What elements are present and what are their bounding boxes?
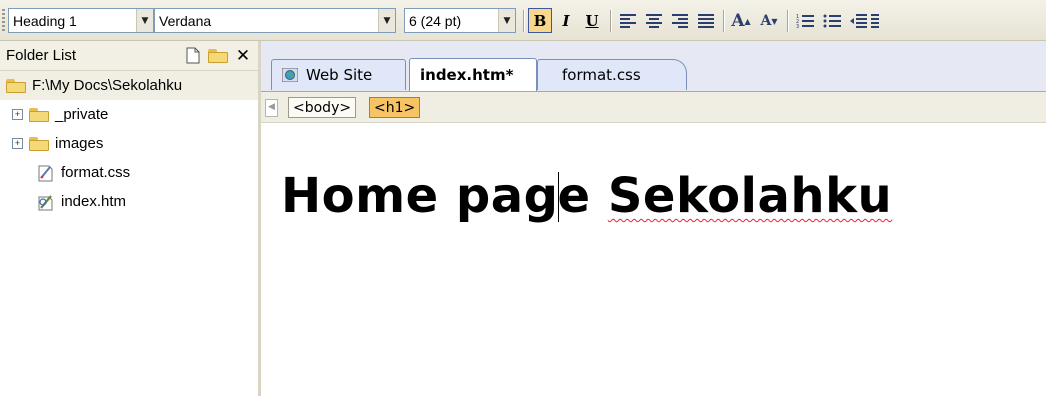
html-file-icon [37,193,55,211]
quick-tag-selector: ◀ <body> <h1> [261,92,1046,123]
expand-icon[interactable]: + [12,109,23,120]
editor-pane: Web Site index.htm* format.css ◀ <body> … [261,41,1046,396]
tab-index-htm[interactable]: index.htm* [409,58,537,91]
increase-font-icon[interactable]: A ▲ [729,8,753,33]
tree-item-label: images [55,135,104,152]
style-select[interactable]: Heading 1 ▼ [8,8,154,33]
italic-button[interactable]: I [554,8,578,33]
document-tabs: Web Site index.htm* format.css [261,41,1046,92]
toolbar-separator [787,10,789,32]
folder-list-panel: Folder List ✕ F:\My Docs\Sekolahku + _pr… [0,41,261,396]
tab-format-css[interactable]: format.css [537,59,687,90]
formatting-toolbar: Heading 1 ▼ Verdana ▼ 6 (24 pt) ▼ B I U … [0,0,1046,41]
decrease-indent-icon[interactable] [846,8,870,33]
toolbar-separator [610,10,612,32]
svg-text:3: 3 [796,24,799,29]
tree-item-label: _private [55,106,109,123]
globe-icon [281,67,299,83]
align-left-icon[interactable] [616,8,640,33]
tab-label: format.css [562,66,641,84]
tree-root-label: F:\My Docs\Sekolahku [32,77,183,94]
breadcrumb-tag-body[interactable]: <body> [288,97,357,118]
chevron-down-icon[interactable]: ▼ [136,9,153,32]
folder-list-header: Folder List ✕ [0,41,258,71]
style-value: Heading 1 [13,12,77,29]
align-right-icon[interactable] [668,8,692,33]
tab-label: Web Site [306,66,373,84]
chevron-left-icon[interactable]: ◀ [265,99,278,117]
new-page-icon[interactable] [183,47,203,65]
expand-icon[interactable]: + [12,138,23,149]
tree-item-format-css[interactable]: format.css [0,158,258,187]
decrease-font-icon[interactable]: A ▼ [757,8,781,33]
heading-text: Home pag [281,168,559,224]
font-value: Verdana [159,12,212,29]
folder-list-title: Folder List [6,47,77,64]
bold-button[interactable]: B [528,8,552,33]
new-folder-icon[interactable] [208,47,228,65]
tree-item-index-htm[interactable]: index.htm [0,187,258,216]
tree-item-images[interactable]: + images [0,129,258,158]
justify-icon[interactable] [694,8,718,33]
tree-item-label: index.htm [61,193,127,210]
misspelled-word[interactable]: Sekolahku [608,168,892,224]
align-center-icon[interactable] [642,8,666,33]
toolbar-grip[interactable] [2,9,5,33]
bullet-list-icon[interactable] [820,8,844,33]
heading-text: e [557,168,608,224]
folder-open-icon [6,78,26,93]
font-size-value: 6 (24 pt) [409,12,462,29]
breadcrumb-tag-h1[interactable]: <h1> [369,97,421,118]
underline-button[interactable]: U [580,8,604,33]
tab-label: index.htm* [420,66,514,84]
font-size-select[interactable]: 6 (24 pt) ▼ [404,8,516,33]
folder-icon [29,136,49,151]
tree-root-folder[interactable]: F:\My Docs\Sekolahku [0,71,258,100]
page-heading[interactable]: Home page Sekolahku [281,168,892,224]
tab-web-site[interactable]: Web Site [271,59,406,90]
folder-icon [29,107,49,122]
close-icon[interactable]: ✕ [233,46,253,66]
font-select[interactable]: Verdana ▼ [154,8,396,33]
numbered-list-icon[interactable]: 123 [793,8,817,33]
increase-indent-icon[interactable] [868,8,882,33]
chevron-down-icon[interactable]: ▼ [498,9,515,32]
chevron-down-icon[interactable]: ▼ [378,9,395,32]
css-file-icon [37,164,55,182]
toolbar-separator [723,10,725,32]
tree-item-label: format.css [61,164,131,181]
toolbar-separator [523,10,525,32]
tree-item-private[interactable]: + _private [0,100,258,129]
